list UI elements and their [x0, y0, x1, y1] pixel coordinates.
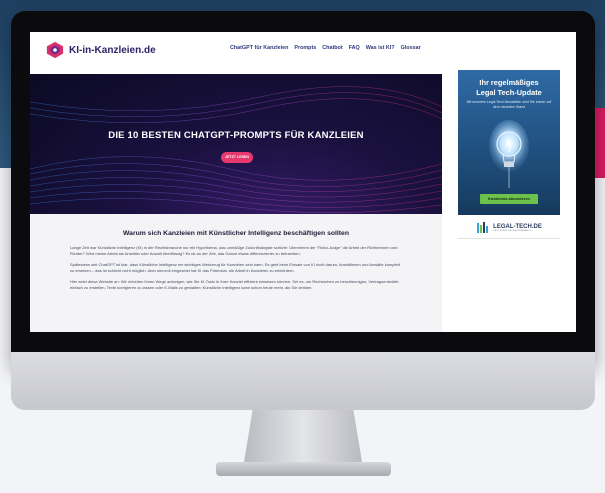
- ad-title: Ihr regelmäßiges Legal Tech-Update: [476, 78, 542, 97]
- legal-tech-logo-icon: [477, 221, 489, 233]
- article-paragraph-3: Hier setzt diese Website an: Wir möchten…: [70, 279, 399, 290]
- monitor-stand-foot: [216, 462, 391, 476]
- hero-banner: DIE 10 BESTEN CHATGPT-PROMPTS FÜR KANZLE…: [30, 74, 442, 214]
- nav-item-prompts[interactable]: Prompts: [294, 45, 316, 51]
- hero-read-button[interactable]: JETZT LESEN: [221, 152, 253, 163]
- nav-item-was-ist-ki[interactable]: Was ist KI?: [366, 45, 395, 51]
- subscribe-button[interactable]: Kostenlos abonnieren: [480, 194, 538, 204]
- nav-item-glossar[interactable]: Glossar: [401, 45, 421, 51]
- brand-tagline: DIE ZUKUNFT DES RECHTSMARKTS: [493, 229, 532, 232]
- monitor-chin: [11, 352, 595, 410]
- main-nav: ChatGPT für Kanzleien Prompts Chatbot FA…: [230, 45, 421, 51]
- nav-item-faq[interactable]: FAQ: [349, 45, 360, 51]
- legal-tech-brand[interactable]: LEGAL-TECH.DE DIE ZUKUNFT DES RECHTSMARK…: [458, 217, 560, 239]
- article-paragraph-2: Spätestens seit ChatGPT ist klar, dass K…: [70, 262, 400, 273]
- website-screen: KI-in-Kanzleien.de ChatGPT für Kanzleien…: [30, 32, 576, 332]
- newsletter-ad[interactable]: Ihr regelmäßiges Legal Tech-Update Mit u…: [458, 70, 560, 215]
- article-paragraph-1: Lange Zeit war Künstliche Intelligenz (K…: [70, 245, 398, 256]
- site-logo-text[interactable]: KI-in-Kanzleien.de: [69, 45, 156, 56]
- hero-particle-waves: [30, 86, 442, 214]
- hero-title: DIE 10 BESTEN CHATGPT-PROMPTS FÜR KANZLE…: [108, 130, 364, 141]
- nav-item-chatgpt[interactable]: ChatGPT für Kanzleien: [230, 45, 288, 51]
- article-title: Warum sich Kanzleien mit Künstlicher Int…: [123, 230, 349, 237]
- monitor-stand-neck: [243, 410, 363, 468]
- lightbulb-icon: [489, 120, 529, 188]
- nav-item-chatbot[interactable]: Chatbot: [322, 45, 342, 51]
- article-section: Warum sich Kanzleien mit Künstlicher Int…: [30, 214, 442, 332]
- logo-icon[interactable]: [46, 41, 64, 59]
- ad-subtitle: Mit unserem Legal Tech-Newsletter sind S…: [466, 100, 552, 109]
